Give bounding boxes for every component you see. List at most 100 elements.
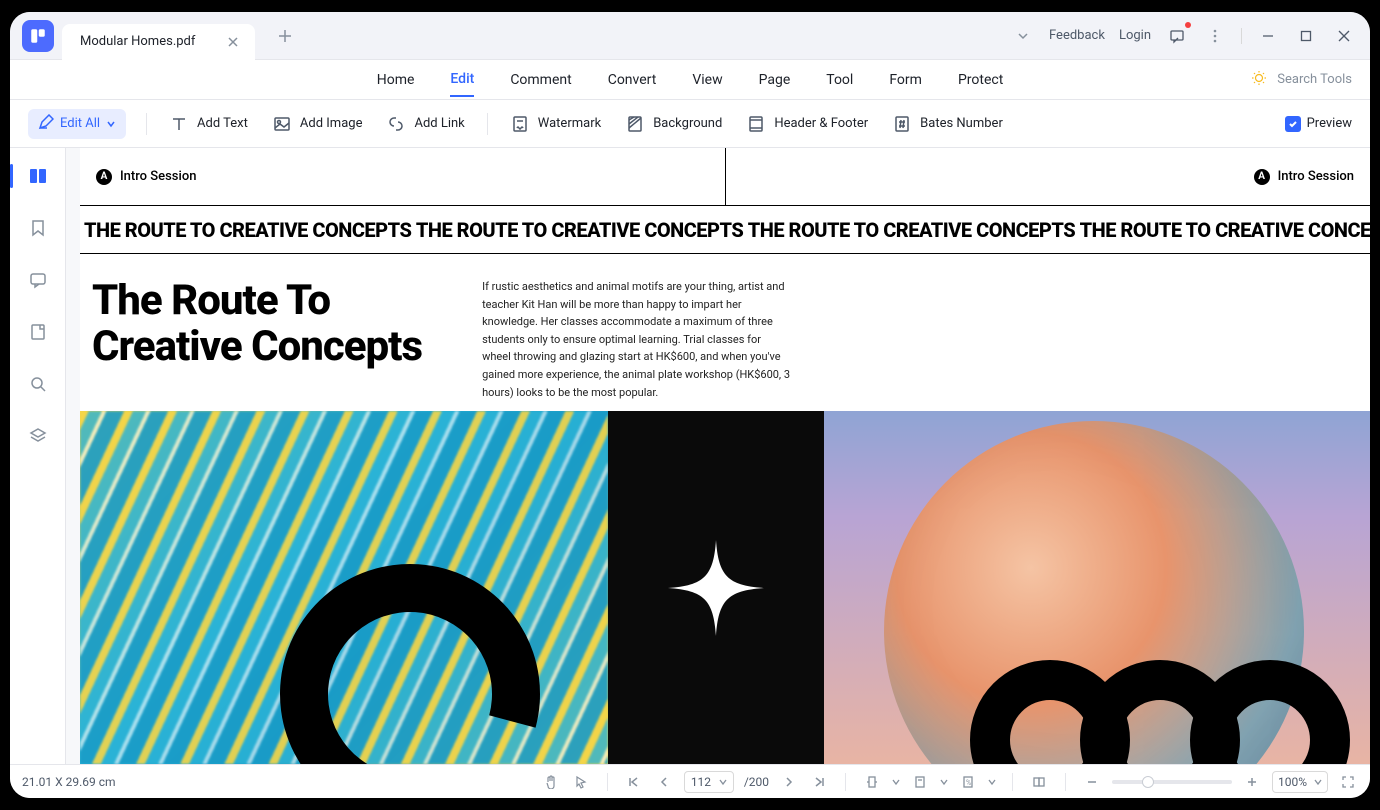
menu-tool[interactable]: Tool xyxy=(826,64,853,96)
read-mode-icon[interactable] xyxy=(1029,772,1049,792)
login-link[interactable]: Login xyxy=(1119,28,1151,43)
left-sidebar xyxy=(10,148,66,764)
document-tab[interactable]: Modular Homes.pdf xyxy=(62,24,255,60)
chevron-down-icon xyxy=(719,778,727,786)
fullscreen-icon[interactable] xyxy=(1338,772,1358,792)
fit-width-icon[interactable] xyxy=(862,772,882,792)
zoom-value-input[interactable]: 100% xyxy=(1272,771,1328,793)
new-tab-button[interactable] xyxy=(271,22,299,50)
titlebar: Modular Homes.pdf Feedback Login xyxy=(10,12,1370,60)
document-canvas[interactable]: A Intro Session A Intro Session THE ROUT… xyxy=(66,148,1370,764)
bookmark-panel-button[interactable] xyxy=(22,212,54,244)
next-page-icon[interactable] xyxy=(779,772,799,792)
zoom-in-icon[interactable] xyxy=(1242,772,1262,792)
add-text-label: Add Text xyxy=(197,116,248,131)
lightbulb-icon[interactable] xyxy=(1251,70,1267,90)
menu-home[interactable]: Home xyxy=(377,64,415,96)
close-tab-icon[interactable] xyxy=(225,34,241,50)
menu-view[interactable]: View xyxy=(692,64,722,96)
background-button[interactable]: Background xyxy=(623,110,724,138)
preview-checkbox[interactable]: Preview xyxy=(1285,116,1352,132)
background-icon xyxy=(625,114,645,134)
edit-all-label: Edit All xyxy=(60,116,100,131)
search-tools-input[interactable]: Search Tools xyxy=(1277,72,1352,87)
watermark-icon xyxy=(510,114,530,134)
add-link-button[interactable]: Add Link xyxy=(384,110,466,138)
scroll-mode-icon[interactable]: % xyxy=(958,772,978,792)
comment-panel-button[interactable] xyxy=(22,264,54,296)
intro-label-right: Intro Session xyxy=(1278,169,1354,184)
pencil-icon xyxy=(38,114,54,134)
menu-comment[interactable]: Comment xyxy=(510,64,571,96)
preview-label: Preview xyxy=(1307,116,1352,131)
chevron-down-icon[interactable] xyxy=(940,778,948,786)
artwork-spark xyxy=(608,411,824,764)
more-icon[interactable] xyxy=(1203,24,1227,48)
bates-number-label: Bates Number xyxy=(920,116,1003,131)
page-number-input[interactable]: 112 xyxy=(684,771,734,793)
menu-convert[interactable]: Convert xyxy=(608,64,657,96)
zoom-out-icon[interactable] xyxy=(1082,772,1102,792)
background-label: Background xyxy=(653,116,722,131)
menu-page[interactable]: Page xyxy=(759,64,791,96)
header-footer-label: Header & Footer xyxy=(774,116,868,131)
attachment-panel-button[interactable] xyxy=(22,316,54,348)
app-logo[interactable] xyxy=(22,20,54,52)
add-image-label: Add Image xyxy=(300,116,363,131)
toolbar: Edit All Add Text Add Image Add Link Wat… xyxy=(10,100,1370,148)
hand-tool-icon[interactable] xyxy=(541,772,561,792)
first-page-icon[interactable] xyxy=(624,772,644,792)
pdf-page: A Intro Session A Intro Session THE ROUT… xyxy=(80,148,1370,764)
statusbar: 21.01 X 29.69 cm 112 /200 % xyxy=(10,764,1370,798)
chevron-down-icon[interactable] xyxy=(1011,24,1035,48)
chevron-down-icon[interactable] xyxy=(892,778,900,786)
link-icon xyxy=(386,114,406,134)
marquee-text: THE ROUTE TO CREATIVE CONCEPTS THE ROUTE… xyxy=(80,206,1370,254)
last-page-icon[interactable] xyxy=(809,772,829,792)
chevron-down-icon xyxy=(1314,778,1322,786)
single-page-icon[interactable] xyxy=(910,772,930,792)
minimize-icon[interactable] xyxy=(1256,24,1280,48)
intro-label-left: Intro Session xyxy=(120,169,196,184)
maximize-icon[interactable] xyxy=(1294,24,1318,48)
menu-protect[interactable]: Protect xyxy=(958,64,1003,96)
menubar: Home Edit Comment Convert View Page Tool… xyxy=(10,60,1370,100)
thumbnails-panel-button[interactable] xyxy=(22,160,54,192)
image-icon xyxy=(272,114,292,134)
checkbox-checked-icon xyxy=(1285,116,1301,132)
badge-a-icon: A xyxy=(1254,169,1270,185)
page-dimensions: 21.01 X 29.69 cm xyxy=(22,775,116,789)
notification-icon[interactable] xyxy=(1165,24,1189,48)
add-link-label: Add Link xyxy=(414,116,464,131)
bates-number-icon xyxy=(892,114,912,134)
menu-edit[interactable]: Edit xyxy=(450,63,474,97)
badge-a-icon: A xyxy=(96,169,112,185)
watermark-label: Watermark xyxy=(538,116,601,131)
watermark-button[interactable]: Watermark xyxy=(508,110,603,138)
close-window-icon[interactable] xyxy=(1332,24,1356,48)
layers-panel-button[interactable] xyxy=(22,420,54,452)
select-tool-icon[interactable] xyxy=(571,772,591,792)
hero-copy: If rustic aesthetics and animal motifs a… xyxy=(482,278,792,401)
header-footer-button[interactable]: Header & Footer xyxy=(744,110,870,138)
text-icon xyxy=(169,114,189,134)
feedback-link[interactable]: Feedback xyxy=(1049,28,1105,43)
edit-all-button[interactable]: Edit All xyxy=(28,109,126,139)
artwork-gradient-orb xyxy=(824,411,1370,764)
chevron-down-icon xyxy=(106,119,116,129)
prev-page-icon[interactable] xyxy=(654,772,674,792)
search-panel-button[interactable] xyxy=(22,368,54,400)
header-footer-icon xyxy=(746,114,766,134)
add-image-button[interactable]: Add Image xyxy=(270,110,365,138)
chevron-down-icon[interactable] xyxy=(988,778,996,786)
bates-number-button[interactable]: Bates Number xyxy=(890,110,1005,138)
app-window: Modular Homes.pdf Feedback Login xyxy=(10,12,1370,798)
page-total: /200 xyxy=(744,775,769,789)
menu-form[interactable]: Form xyxy=(889,64,922,96)
hero-title: The Route To Creative Concepts xyxy=(92,278,422,401)
add-text-button[interactable]: Add Text xyxy=(167,110,250,138)
artwork-marble xyxy=(80,411,608,764)
svg-text:%: % xyxy=(966,779,971,787)
zoom-slider[interactable] xyxy=(1112,780,1232,784)
tab-title: Modular Homes.pdf xyxy=(80,34,195,49)
